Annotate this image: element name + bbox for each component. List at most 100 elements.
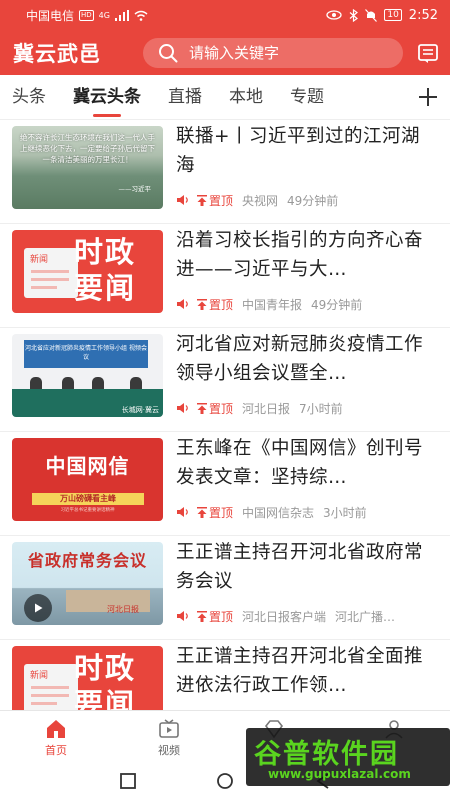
- watermark: 谷普软件园 www.gupuxlazal.com: [246, 728, 450, 786]
- pin-arrow-icon: [197, 610, 207, 622]
- news-thumbnail: 新闻 时政 要闻: [12, 646, 163, 710]
- thumbnail-headline: 中国网信: [45, 454, 130, 478]
- news-meta: 置顶 中国网信杂志 3小时前: [176, 504, 438, 520]
- carrier-name: 中国电信: [26, 8, 75, 23]
- page-line: [31, 286, 57, 289]
- pinned-badge: 置顶: [197, 400, 233, 416]
- app-header: 冀云武邑 请输入关键字: [0, 30, 450, 75]
- nav-home[interactable]: 首页: [26, 717, 86, 758]
- nav-video-label: 视频: [158, 744, 180, 757]
- status-right: 10 2:52: [326, 8, 438, 23]
- mute-icon: [365, 8, 378, 22]
- news-source: 河北日报: [242, 401, 291, 416]
- hd-badge: HD: [79, 9, 94, 21]
- pin-arrow-icon: [197, 506, 207, 518]
- pinned-label: 置顶: [209, 609, 234, 624]
- home-icon: [47, 720, 65, 738]
- news-title: 河北省应对新冠肺炎疫情工作领导小组会议暨全…: [176, 334, 424, 384]
- thumbnail-quote: 绝不容许长江生态环境在我们这一代人手上继续恶化下去，一定要给子孙后代留下一条清洁…: [20, 133, 155, 164]
- search-bar[interactable]: 请输入关键字: [143, 37, 403, 68]
- news-meta: 置顶 河北日报客户端 河北广播…: [176, 608, 438, 624]
- pinned-badge: 置顶: [197, 504, 233, 520]
- tab-live[interactable]: 直播: [168, 75, 202, 120]
- battery-icon: 10: [384, 9, 402, 21]
- signal-label: 4G: [98, 10, 110, 20]
- news-title: 沿着习校长指引的方向齐心奋进——习近平与大…: [176, 230, 424, 280]
- thumbnail-label: 新闻: [30, 671, 49, 681]
- news-item[interactable]: 中国网信 万山磅礴看主峰 习近平总书记重要讲话精神 王东峰在《中国网信》创刊号发…: [0, 432, 450, 536]
- search-icon: [157, 42, 179, 64]
- news-thumbnail: 河北省应对新冠肺炎疫情工作领导小组 视频会议 长城网·冀云: [12, 334, 163, 417]
- news-source: 河北日报客户端: [242, 609, 327, 624]
- news-thumbnail: 新闻 时政 要闻: [12, 230, 163, 313]
- tab-local[interactable]: 本地: [229, 75, 263, 120]
- app-title: 冀云武邑: [13, 41, 101, 66]
- meeting-banner-text: 河北省应对新冠肺炎疫情工作领导小组 视频会议: [25, 345, 147, 361]
- speaker-icon[interactable]: [176, 298, 190, 310]
- news-source: 中国青年报: [242, 297, 303, 312]
- speaker-icon[interactable]: [176, 610, 190, 622]
- news-page-graphic: 新闻: [24, 248, 78, 298]
- message-icon[interactable]: [416, 41, 440, 65]
- tab-toutiao[interactable]: 头条: [12, 75, 46, 120]
- channel-tabs: 头条 冀云头条 直播 本地 专题: [0, 75, 450, 120]
- thumbnail-headline-line2: 要闻: [74, 271, 137, 305]
- video-icon: [159, 719, 179, 738]
- news-thumbnail: 绝不容许长江生态环境在我们这一代人手上继续恶化下去，一定要给子孙后代留下一条清洁…: [12, 126, 163, 209]
- news-meta: 置顶 河北日报 7小时前: [176, 400, 438, 416]
- speaker-icon[interactable]: [176, 506, 190, 518]
- thumbnail-headline: 省政府常务会议: [27, 551, 147, 570]
- news-thumbnail: 省政府常务会议 河北日报: [12, 542, 163, 625]
- news-item[interactable]: 新闻 时政 要闻 沿着习校长指引的方向齐心奋进——习近平与大… 置顶 中国青年报 …: [0, 224, 450, 328]
- news-title: 王正谱主持召开河北省政府常务会议: [176, 542, 424, 592]
- bluetooth-icon: [349, 8, 359, 22]
- news-time: 49分钟前: [287, 193, 339, 208]
- news-thumbnail: 中国网信 万山磅礴看主峰 习近平总书记重要讲话精神: [12, 438, 163, 521]
- news-title: 联播+丨习近平到过的江河湖海: [176, 126, 421, 176]
- clock: 2:52: [408, 7, 438, 23]
- page-line: [31, 278, 69, 281]
- tab-topics[interactable]: 专题: [290, 75, 324, 120]
- nav-home-label: 首页: [45, 744, 67, 757]
- watermark-text: 谷普软件园: [254, 739, 399, 770]
- news-item[interactable]: 河北省应对新冠肺炎疫情工作领导小组 视频会议 长城网·冀云 河北省应对新冠肺炎疫…: [0, 328, 450, 432]
- add-channel-icon[interactable]: [416, 85, 440, 109]
- news-time: 河北广播…: [335, 609, 396, 624]
- page-line: [31, 270, 69, 273]
- news-source: 央视网: [242, 193, 279, 208]
- news-meta: 置顶 央视网 49分钟前: [176, 192, 438, 208]
- news-time: 7小时前: [299, 401, 343, 416]
- news-source: 中国网信杂志: [242, 505, 315, 520]
- speaker-icon[interactable]: [176, 402, 190, 414]
- speaker-icon[interactable]: [176, 194, 190, 206]
- status-bar: 中国电信 HD 4G 10 2:52: [0, 0, 450, 30]
- pinned-label: 置顶: [209, 297, 234, 312]
- thumbnail-headline: 时政 要闻: [74, 650, 158, 710]
- news-item[interactable]: 绝不容许长江生态环境在我们这一代人手上继续恶化下去，一定要给子孙后代留下一条清洁…: [0, 120, 450, 224]
- watermark-url: www.gupuxlazal.com: [268, 767, 411, 781]
- news-item[interactable]: 新闻 时政 要闻 王正谱主持召开河北省全面推进依法行政工作领…: [0, 640, 450, 710]
- pin-arrow-icon: [197, 402, 207, 414]
- pin-arrow-icon: [197, 298, 207, 310]
- news-page-graphic: 新闻: [24, 664, 78, 710]
- pinned-label: 置顶: [209, 193, 234, 208]
- eye-icon: [326, 10, 342, 20]
- thumbnail-headline: 时政 要闻: [74, 234, 158, 306]
- home-button-icon[interactable]: [216, 772, 234, 790]
- wifi-icon: [134, 10, 148, 21]
- search-placeholder: 请输入关键字: [189, 44, 280, 62]
- news-item[interactable]: 省政府常务会议 河北日报 王正谱主持召开河北省政府常务会议 置顶 河北日报客户端…: [0, 536, 450, 640]
- news-title: 王正谱主持召开河北省全面推进依法行政工作领…: [176, 646, 424, 696]
- thumbnail-headline-line2: 要闻: [74, 687, 137, 710]
- pinned-label: 置顶: [209, 401, 234, 416]
- thumbnail-caption: 长城网·冀云: [121, 406, 159, 414]
- news-time: 3小时前: [323, 505, 367, 520]
- thumbnail-headline-line1: 时政: [74, 235, 137, 269]
- nav-video[interactable]: 视频: [139, 717, 199, 758]
- news-meta: 置顶 中国青年报 49分钟前: [176, 296, 438, 312]
- pin-arrow-icon: [197, 194, 207, 206]
- play-icon[interactable]: [24, 594, 52, 622]
- recents-icon[interactable]: [119, 772, 137, 790]
- page-line: [31, 686, 69, 689]
- tab-jiyun-toutiao[interactable]: 冀云头条: [73, 75, 141, 120]
